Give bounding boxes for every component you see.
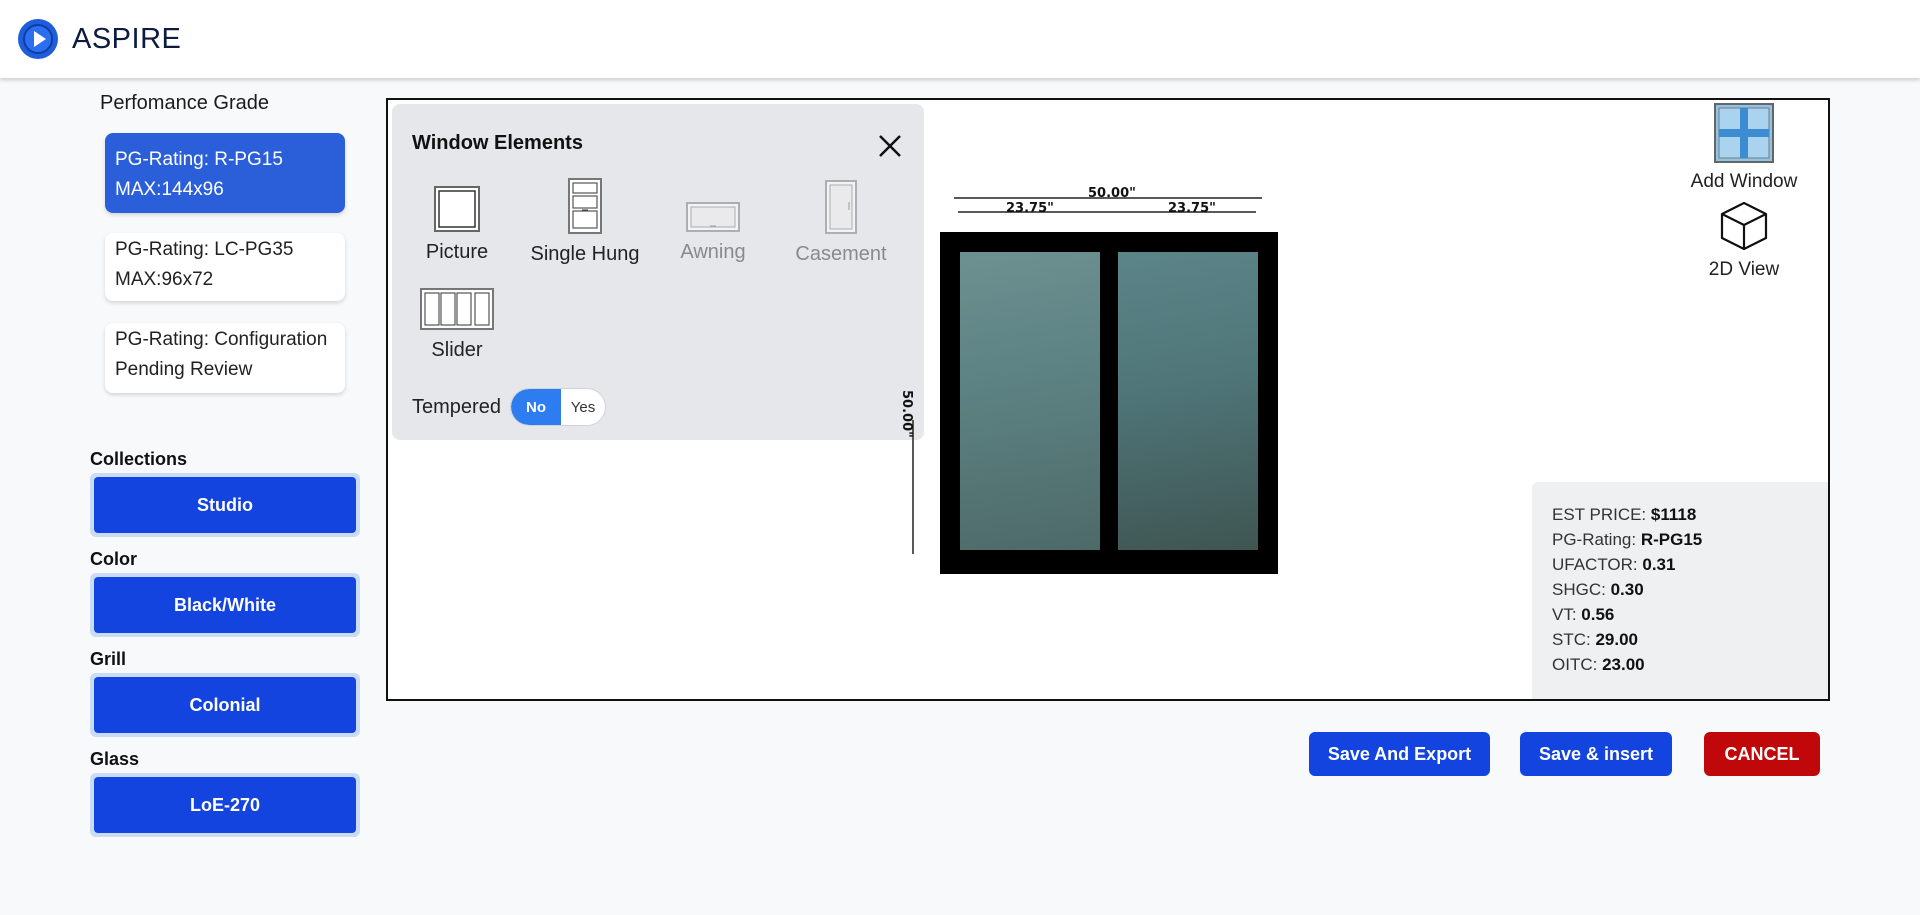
total-width-label: 50.00" bbox=[1088, 186, 1136, 201]
pg-rating-row: PG-Rating: R-PG15 bbox=[1552, 530, 1703, 549]
left-pane-width-label: 23.75" bbox=[1006, 201, 1054, 216]
add-window-label: Add Window bbox=[1690, 171, 1798, 192]
pg-card-line1: PG-Rating: R-PG15 bbox=[115, 149, 283, 170]
pg-card-line1: PG-Rating: LC-PG35 bbox=[115, 239, 294, 260]
window-type-picture[interactable]: Picture bbox=[392, 186, 522, 264]
estimate-info-panel: EST PRICE: $1118 PG-Rating: R-PG15 UFACT… bbox=[1532, 482, 1828, 699]
oitc-value: 23.00 bbox=[1602, 655, 1645, 674]
right-glass-pane bbox=[1118, 252, 1258, 550]
cube-icon bbox=[1720, 201, 1768, 251]
shgc-row: SHGC: 0.30 bbox=[1552, 580, 1644, 599]
pg-rating-card-lc-pg35[interactable]: PG-Rating: LC-PG35 MAX:96x72 bbox=[105, 233, 345, 301]
shgc-value: 0.30 bbox=[1610, 580, 1644, 599]
oitc-row: OITC: 23.00 bbox=[1552, 655, 1645, 674]
window-type-label: Awning bbox=[680, 241, 746, 263]
single-hung-window-icon bbox=[568, 178, 602, 234]
pg-card-line1: PG-Rating: Configuration bbox=[115, 329, 328, 350]
collections-button[interactable]: Studio bbox=[90, 473, 360, 537]
color-label: Color bbox=[90, 549, 137, 569]
height-label: 50.00" bbox=[899, 390, 914, 438]
window-type-label: Slider bbox=[431, 339, 483, 361]
collections-value: Studio bbox=[94, 477, 356, 533]
pg-rating-card-r-pg15[interactable]: PG-Rating: R-PG15 MAX:144x96 bbox=[105, 133, 345, 213]
2d-view-label: 2D View bbox=[1708, 259, 1780, 280]
window-type-label: Single Hung bbox=[530, 243, 640, 265]
left-glass-pane bbox=[960, 252, 1100, 550]
window-elements-title: Window Elements bbox=[412, 132, 583, 154]
color-button[interactable]: Black/White bbox=[90, 573, 360, 637]
glass-value: LoE-270 bbox=[94, 777, 356, 833]
window-elements-panel: Window Elements Picture Single Hung Awni… bbox=[392, 104, 924, 440]
tempered-label: Tempered bbox=[412, 396, 501, 418]
save-and-export-button[interactable]: Save And Export bbox=[1309, 732, 1490, 776]
tempered-toggle[interactable]: No Yes bbox=[510, 388, 606, 426]
stc-value: 29.00 bbox=[1595, 630, 1639, 649]
casement-window-icon bbox=[825, 180, 857, 234]
glass-button[interactable]: LoE-270 bbox=[90, 773, 360, 837]
window-type-slider[interactable]: Slider bbox=[392, 288, 522, 362]
window-type-label: Casement bbox=[795, 243, 887, 265]
pg-rating-card-configuration[interactable]: PG-Rating: Configuration Pending Review bbox=[105, 323, 345, 393]
vt-value: 0.56 bbox=[1581, 605, 1615, 624]
design-canvas[interactable]: Window Elements Picture Single Hung Awni… bbox=[386, 98, 1830, 701]
window-type-label: Picture bbox=[425, 241, 489, 263]
2d-view-tool[interactable]: 2D View bbox=[1664, 200, 1824, 281]
top-bar: ASPIRE bbox=[0, 0, 1920, 78]
performance-grade-title: Perfomance Grade bbox=[100, 92, 269, 114]
grill-label: Grill bbox=[90, 649, 127, 669]
save-and-insert-button[interactable]: Save & insert bbox=[1520, 732, 1672, 776]
vt-row: VT: 0.56 bbox=[1552, 605, 1615, 624]
awning-window-icon bbox=[686, 202, 740, 232]
tempered-yes-option[interactable]: Yes bbox=[561, 389, 605, 425]
stc-row: STC: 29.00 bbox=[1552, 630, 1639, 649]
collections-label: Collections bbox=[90, 449, 188, 469]
window-type-casement[interactable]: Casement bbox=[776, 180, 906, 266]
window-type-single-hung[interactable]: Single Hung bbox=[520, 178, 650, 266]
est-price-row: EST PRICE: $1118 bbox=[1552, 505, 1697, 524]
add-window-icon bbox=[1714, 103, 1774, 163]
pg-card-line2: MAX:144x96 bbox=[115, 179, 224, 200]
est-price-value: $1118 bbox=[1650, 505, 1697, 524]
picture-window-icon bbox=[434, 186, 480, 232]
tempered-no-option[interactable]: No bbox=[511, 389, 561, 425]
app-title: ASPIRE bbox=[72, 22, 182, 55]
color-value: Black/White bbox=[94, 577, 356, 633]
grill-value: Colonial bbox=[94, 677, 356, 733]
pg-rating-value: R-PG15 bbox=[1640, 530, 1703, 549]
cancel-button[interactable]: CANCEL bbox=[1704, 732, 1820, 776]
window-preview[interactable] bbox=[940, 232, 1278, 574]
pg-card-line2: MAX:96x72 bbox=[115, 269, 214, 290]
add-window-tool[interactable]: Add Window bbox=[1664, 102, 1824, 193]
close-icon[interactable] bbox=[876, 132, 904, 160]
ufactor-value: 0.31 bbox=[1642, 555, 1676, 574]
right-pane-width-label: 23.75" bbox=[1168, 201, 1216, 216]
aspire-logo-icon[interactable] bbox=[18, 19, 58, 59]
slider-window-icon bbox=[420, 288, 494, 330]
glass-label: Glass bbox=[90, 749, 140, 769]
grill-button[interactable]: Colonial bbox=[90, 673, 360, 737]
ufactor-row: UFACTOR: 0.31 bbox=[1552, 555, 1676, 574]
pg-card-line2: Pending Review bbox=[115, 359, 253, 380]
window-type-awning[interactable]: Awning bbox=[648, 202, 778, 264]
